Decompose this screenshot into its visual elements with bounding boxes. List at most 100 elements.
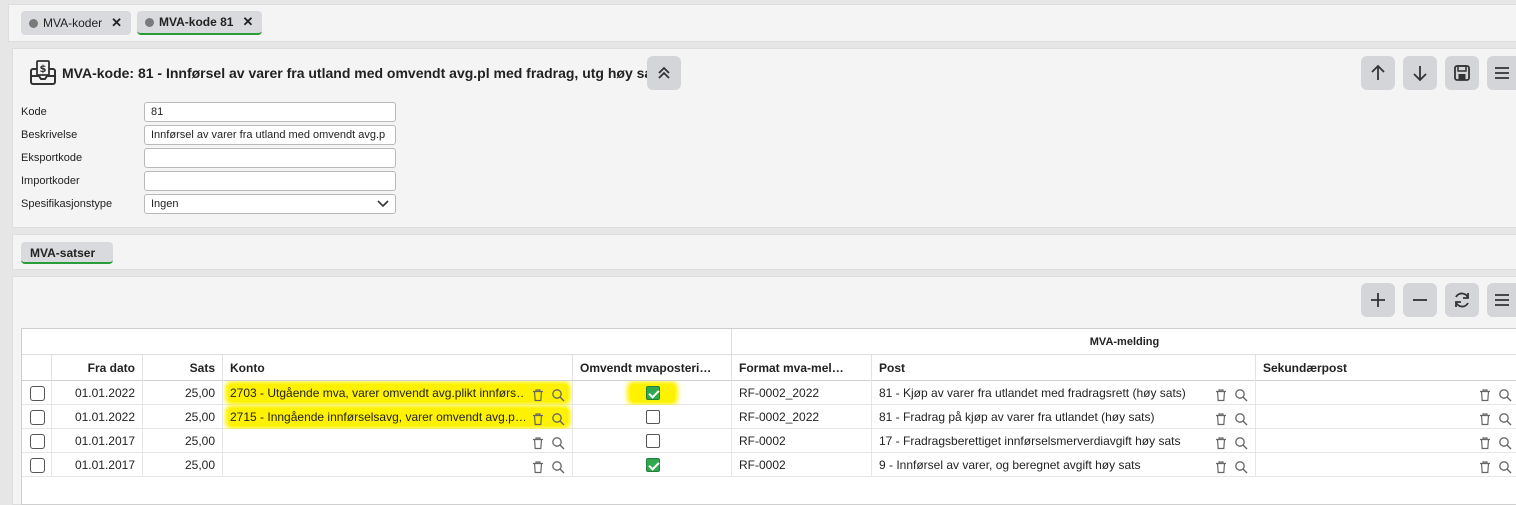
eksportkode-input[interactable] <box>144 148 396 168</box>
search-icon[interactable] <box>551 410 565 426</box>
column-header-row: Fra dato Sats Konto Omvendt mvaposteri… … <box>22 355 1516 381</box>
cell-sats[interactable]: 25,00 <box>143 381 223 405</box>
row-select-checkbox[interactable] <box>30 386 45 401</box>
omvendt-checkbox[interactable] <box>646 434 660 448</box>
search-icon[interactable] <box>1498 458 1512 474</box>
table-row[interactable]: 01.01.2017 25,00 RF-0002 17 - Fradragsberet… <box>22 429 1516 453</box>
cell-konto[interactable] <box>223 453 573 477</box>
cell-post[interactable]: 81 - Kjøp av varer fra utlandet med frad… <box>872 381 1256 405</box>
tab-mva-koder[interactable]: MVA-koder ✕ <box>21 11 131 35</box>
delete-icon[interactable] <box>531 386 545 402</box>
cell-sats[interactable]: 25,00 <box>143 453 223 477</box>
cell-omvendt[interactable] <box>573 381 732 405</box>
cell-format[interactable]: RF-0002 <box>732 453 872 477</box>
delete-icon[interactable] <box>1478 434 1492 450</box>
delete-icon[interactable] <box>531 458 545 474</box>
refresh-icon <box>1455 292 1469 308</box>
collapse-button[interactable] <box>647 56 681 90</box>
delete-icon[interactable] <box>1214 434 1228 450</box>
grid-menu-button[interactable] <box>1487 283 1516 317</box>
page-title: MVA-kode: 81 - Innførsel av varer fra ut… <box>62 65 665 81</box>
cell-fra-dato[interactable]: 01.01.2022 <box>52 381 143 405</box>
cell-konto[interactable]: 2703 - Utgående mva, varer omvendt avg.p… <box>223 381 573 405</box>
minus-icon <box>1413 299 1427 301</box>
cell-fra-dato[interactable]: 01.01.2022 <box>52 405 143 429</box>
cell-omvendt[interactable] <box>573 453 732 477</box>
cell-post[interactable]: 81 - Fradrag på kjøp av varer fra utland… <box>872 405 1256 429</box>
col-header-omvendt[interactable]: Omvendt mvaposteri… <box>573 355 732 381</box>
remove-row-button[interactable] <box>1403 283 1437 317</box>
row-select-checkbox[interactable] <box>30 458 45 473</box>
kode-input[interactable]: 81 <box>144 102 396 122</box>
cell-sats[interactable]: 25,00 <box>143 429 223 453</box>
cell-sekundaerpost[interactable] <box>1256 453 1516 477</box>
search-icon[interactable] <box>551 386 565 402</box>
tab-mva-kode-81[interactable]: MVA-kode 81 ✕ <box>137 11 262 35</box>
cell-sekundaerpost[interactable] <box>1256 405 1516 429</box>
close-icon[interactable]: ✕ <box>111 15 122 31</box>
table-row[interactable]: 01.01.2022 25,00 2715 - Inngående innførse… <box>22 405 1516 429</box>
search-icon[interactable] <box>1234 434 1248 450</box>
beskrivelse-input[interactable]: Innførsel av varer fra utland med omvend… <box>144 125 396 145</box>
group-header-mva-melding: MVA-melding <box>1089 336 1160 348</box>
col-header-sekundaerpost[interactable]: Sekundærpost <box>1256 355 1516 381</box>
cell-post[interactable]: 9 - Innførsel av varer, og beregnet avgi… <box>872 453 1256 477</box>
cell-konto[interactable]: 2715 - Inngående innførselsavg, varer om… <box>223 405 573 429</box>
delete-icon[interactable] <box>1214 410 1228 426</box>
cell-sekundaerpost[interactable] <box>1256 429 1516 453</box>
row-select-cell <box>22 429 52 453</box>
col-header-post[interactable]: Post <box>872 355 1256 381</box>
importkoder-input[interactable] <box>144 171 396 191</box>
delete-icon[interactable] <box>531 434 545 450</box>
cell-format[interactable]: RF-0002_2022 <box>732 405 872 429</box>
col-header-format[interactable]: Format mva-mel… <box>732 355 872 381</box>
cell-omvendt[interactable] <box>573 429 732 453</box>
post-text: 17 - Fradragsberettiget innførselsmerver… <box>879 434 1181 448</box>
cell-format[interactable]: RF-0002_2022 <box>732 381 872 405</box>
search-icon[interactable] <box>1234 410 1248 426</box>
table-row[interactable]: 01.01.2017 25,00 RF-0002 9 - Innførsel av v… <box>22 453 1516 477</box>
cell-omvendt[interactable] <box>573 405 732 429</box>
move-up-button[interactable] <box>1361 56 1395 90</box>
delete-icon[interactable] <box>1214 458 1228 474</box>
post-text: 81 - Fradrag på kjøp av varer fra utland… <box>879 410 1155 424</box>
col-header-fra-dato[interactable]: Fra dato <box>52 355 143 381</box>
spesifikasjonstype-select[interactable]: Ingen <box>144 194 396 214</box>
table-row[interactable]: 01.01.2022 25,00 2703 - Utgående mva, vare… <box>22 381 1516 405</box>
omvendt-checkbox[interactable] <box>646 410 660 424</box>
cell-post[interactable]: 17 - Fradragsberettiget innførselsmerver… <box>872 429 1256 453</box>
search-icon[interactable] <box>1498 386 1512 402</box>
cell-konto[interactable] <box>223 429 573 453</box>
tab-mva-satser[interactable]: MVA-satser <box>21 242 113 264</box>
search-icon[interactable] <box>551 434 565 450</box>
row-select-checkbox[interactable] <box>30 434 45 449</box>
cell-sekundaerpost[interactable] <box>1256 381 1516 405</box>
refresh-button[interactable] <box>1445 283 1479 317</box>
omvendt-checkbox[interactable] <box>646 386 660 400</box>
col-header-konto[interactable]: Konto <box>223 355 573 381</box>
search-icon[interactable] <box>551 458 565 474</box>
delete-icon[interactable] <box>531 410 545 426</box>
move-down-button[interactable] <box>1403 56 1437 90</box>
search-icon[interactable] <box>1498 434 1512 450</box>
search-icon[interactable] <box>1498 410 1512 426</box>
menu-button[interactable] <box>1487 56 1516 90</box>
save-button[interactable] <box>1445 56 1479 90</box>
cell-format[interactable]: RF-0002 <box>732 429 872 453</box>
delete-icon[interactable] <box>1478 410 1492 426</box>
col-header-sats[interactable]: Sats <box>143 355 223 381</box>
search-icon[interactable] <box>1234 458 1248 474</box>
add-row-button[interactable] <box>1361 283 1395 317</box>
omvendt-checkbox[interactable] <box>646 458 660 472</box>
close-icon[interactable]: ✕ <box>242 14 253 30</box>
search-icon[interactable] <box>1234 386 1248 402</box>
row-select-checkbox[interactable] <box>30 410 45 425</box>
delete-icon[interactable] <box>1214 386 1228 402</box>
section-tab-bar <box>12 234 1516 270</box>
cell-fra-dato[interactable]: 01.01.2017 <box>52 453 143 477</box>
cell-sats[interactable]: 25,00 <box>143 405 223 429</box>
delete-icon[interactable] <box>1478 386 1492 402</box>
arrow-down-icon <box>1413 66 1427 82</box>
cell-fra-dato[interactable]: 01.01.2017 <box>52 429 143 453</box>
delete-icon[interactable] <box>1478 458 1492 474</box>
